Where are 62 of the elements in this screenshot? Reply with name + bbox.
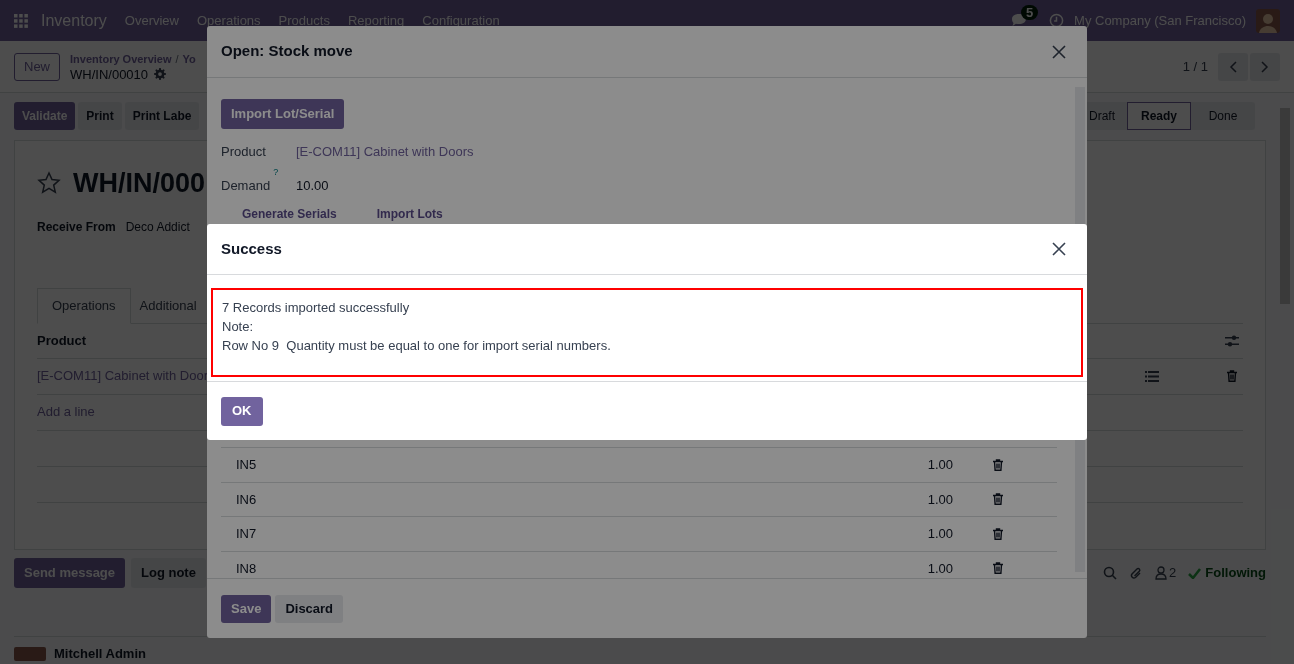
field-label: Demand bbox=[221, 177, 271, 196]
following-button[interactable]: Following bbox=[1205, 563, 1266, 583]
trash-icon[interactable] bbox=[993, 458, 1003, 471]
table-cell-text: 1.00 bbox=[927, 490, 953, 509]
ok-button[interactable]: OK bbox=[221, 396, 263, 426]
record-title: WH/IN/000 bbox=[73, 167, 206, 200]
close-icon[interactable] bbox=[1052, 242, 1066, 256]
settings-icon[interactable] bbox=[154, 68, 167, 80]
author-name: Mitchell Admin bbox=[54, 647, 146, 661]
clock-icon[interactable] bbox=[1049, 13, 1065, 28]
message-count-badge: 5 bbox=[1021, 5, 1039, 20]
author-avatar bbox=[14, 647, 46, 661]
dialog-tab[interactable]: Generate Serials bbox=[242, 205, 337, 223]
search-icon[interactable] bbox=[1103, 566, 1118, 580]
field-value: 10.00 bbox=[296, 177, 329, 196]
print-button[interactable]: Print bbox=[78, 102, 122, 130]
breadcrumb-separator: / bbox=[175, 51, 179, 67]
form-tab[interactable]: Operations bbox=[37, 287, 131, 324]
table-cell-text: IN7 bbox=[236, 525, 257, 543]
print-labels-button[interactable]: Print Labe bbox=[124, 102, 200, 130]
pager-value: 1 / 1 bbox=[1182, 57, 1208, 76]
table-cell-text: 1.00 bbox=[927, 456, 953, 474]
list-icon[interactable] bbox=[1145, 370, 1159, 382]
close-icon[interactable] bbox=[1052, 44, 1066, 59]
field-label: Receive From bbox=[37, 218, 116, 236]
chevron-right-icon bbox=[1261, 60, 1269, 73]
message-line: Note: bbox=[222, 318, 255, 336]
table-cell-text: IN8 bbox=[236, 559, 257, 578]
trash-icon[interactable] bbox=[993, 562, 1003, 575]
status-step[interactable]: Done bbox=[1191, 102, 1255, 130]
next-button[interactable] bbox=[1250, 52, 1280, 81]
field-label: Product bbox=[221, 143, 266, 162]
follower-count[interactable]: 2 bbox=[1169, 563, 1177, 583]
star-icon[interactable] bbox=[37, 171, 61, 196]
field-value: Deco Addict bbox=[125, 218, 190, 236]
table-cell-text: 1.00 bbox=[927, 559, 953, 578]
status-step[interactable]: Ready bbox=[1127, 102, 1191, 130]
check-icon bbox=[1188, 567, 1202, 579]
trash-icon[interactable] bbox=[993, 527, 1003, 540]
discard-button[interactable]: Discard bbox=[275, 594, 344, 623]
chatter-button[interactable]: Log note bbox=[131, 558, 206, 588]
column-header: Product bbox=[37, 331, 87, 350]
import-lot-serial-button[interactable]: Import Lot/Serial bbox=[221, 99, 345, 129]
message-line: 7 Records imported successfully bbox=[222, 299, 411, 317]
table-cell-text: IN5 bbox=[236, 456, 257, 474]
save-button[interactable]: Save bbox=[221, 594, 272, 623]
user-avatar[interactable] bbox=[1256, 8, 1280, 33]
dialog-tab[interactable]: Import Lots bbox=[376, 205, 443, 223]
dialog-title: Open: Stock move bbox=[221, 41, 353, 62]
product-link[interactable]: [E-COM11] Cabinet with Doors bbox=[296, 142, 474, 162]
record-name: WH/IN/00010 bbox=[70, 66, 149, 82]
previous-button[interactable] bbox=[1218, 52, 1248, 81]
form-tab[interactable]: Additional bbox=[130, 287, 206, 324]
person-icon[interactable] bbox=[1155, 566, 1168, 580]
apps-menu-icon[interactable] bbox=[14, 13, 28, 28]
column-settings-icon[interactable] bbox=[1225, 333, 1239, 348]
chevron-left-icon bbox=[1229, 60, 1237, 73]
table-cell-text: IN6 bbox=[236, 490, 257, 509]
dialog-title: Success bbox=[221, 238, 282, 259]
message-line: Row No 9 Quantity must be equal to one for import serial numbers. bbox=[222, 337, 612, 355]
trash-icon[interactable] bbox=[993, 493, 1003, 506]
table-cell-text: 1.00 bbox=[927, 525, 953, 543]
